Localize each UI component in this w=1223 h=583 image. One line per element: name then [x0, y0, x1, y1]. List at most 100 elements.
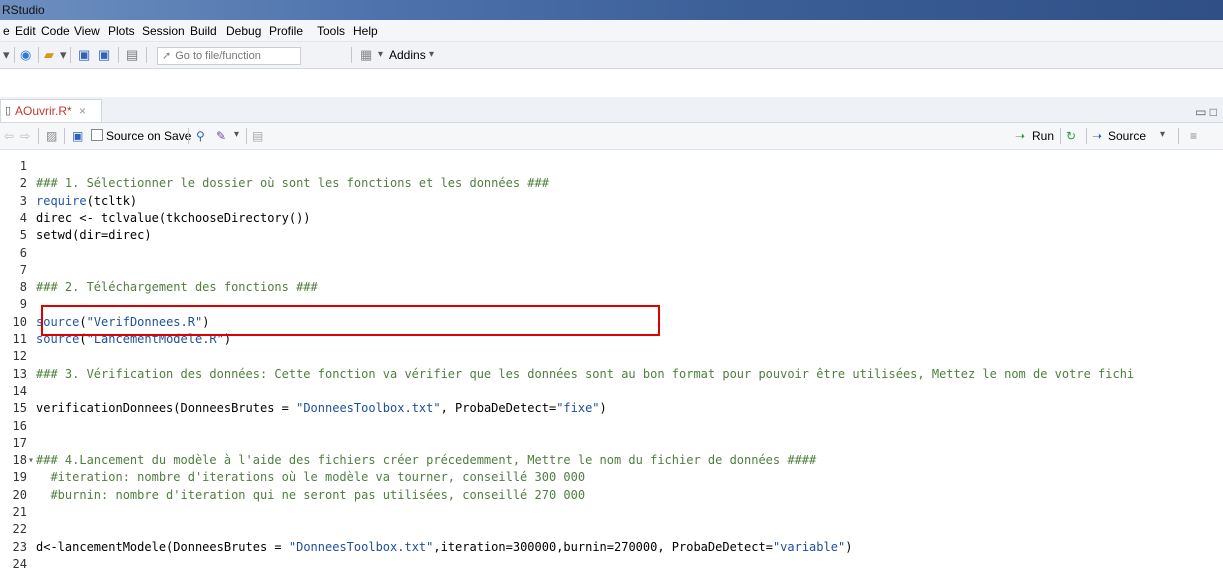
menu-tools[interactable]: Tools	[317, 24, 345, 38]
maximize-pane-icon[interactable]: □	[1210, 105, 1217, 119]
code-line[interactable]: 15 verificationDonnees(DonneesBrutes = "D…	[0, 402, 1223, 415]
menu-plots[interactable]: Plots	[108, 24, 135, 38]
line-number: 8	[19, 280, 27, 295]
toolbar-separator	[188, 128, 189, 144]
code-line[interactable]: 3 require(tcltk)	[0, 194, 1223, 208]
code-text: direc <- tclvalue(tkchooseDirectory())	[36, 210, 311, 225]
toolbar-separator	[118, 47, 119, 63]
back-icon[interactable]: ⇦	[4, 129, 14, 143]
menu-session[interactable]: Session	[142, 24, 185, 38]
fold-toggle-icon[interactable]: ▾	[28, 454, 34, 467]
menu-code[interactable]: Code	[41, 24, 70, 38]
code-text: ### 2. Téléchargement des fonctions ###	[36, 280, 318, 295]
minimize-pane-icon[interactable]: ▭	[1195, 105, 1206, 119]
code-line[interactable]: 23 d<-lancementModele(DonneesBrutes = "Do…	[0, 539, 1223, 554]
code-text: ### 3. Vérification des données: Cette f…	[36, 366, 1135, 381]
open-dropdown-icon[interactable]: ▾	[60, 48, 67, 62]
source-arrow-icon[interactable]: ➝	[1092, 129, 1102, 143]
addins-button[interactable]: Addins	[389, 48, 426, 62]
source-dropdown-icon[interactable]: ▾	[1160, 129, 1165, 140]
save-file-icon[interactable]: ▣	[72, 129, 83, 143]
toolbar-separator	[64, 128, 65, 144]
source-on-save-checkbox[interactable]: Source on Save	[91, 129, 191, 143]
code-line[interactable]: 2 ### 1. Sélectionner le dossier où sont …	[0, 177, 1223, 190]
line-number: 24	[12, 556, 27, 571]
line-number: 13	[12, 366, 27, 381]
code-line[interactable]: 21	[0, 506, 1223, 519]
code-line[interactable]: 18 ▾ ### 4.Lancement du modèle à l'aide de…	[0, 454, 1223, 467]
menu-debug[interactable]: Debug	[226, 24, 261, 38]
code-line[interactable]: 4 direc <- tclvalue(tkchooseDirectory())	[0, 210, 1223, 225]
menu-help[interactable]: Help	[353, 24, 378, 38]
open-file-icon[interactable]: ▰	[44, 48, 54, 62]
toolbar-separator	[351, 47, 352, 63]
checkbox-box[interactable]	[91, 129, 103, 141]
go-to-arrow-icon: ➚	[162, 50, 172, 62]
toolbar-separator	[38, 47, 39, 63]
code-line[interactable]: 6	[0, 246, 1223, 260]
code-line[interactable]: 7	[0, 262, 1223, 277]
code-line[interactable]: 8 ### 2. Téléchargement des fonctions ###	[0, 281, 1223, 294]
toolbar-separator	[38, 128, 39, 144]
code-line[interactable]: 16	[0, 419, 1223, 433]
line-number: 21	[12, 505, 27, 519]
run-button[interactable]: Run	[1032, 129, 1054, 143]
code-line[interactable]: 17	[0, 435, 1223, 450]
code-text: d<-lancementModele(DonneesBrutes = "Donn…	[36, 539, 853, 554]
editor-tab-bar: ▯ AOuvrir.R* ×	[0, 97, 1223, 123]
window-title: RStudio	[2, 3, 45, 17]
code-text: ### 1. Sélectionner le dossier où sont l…	[36, 176, 549, 191]
code-line[interactable]: 5 setwd(dir=direc)	[0, 229, 1223, 242]
line-number: 17	[12, 435, 27, 450]
code-text: ### 4.Lancement du modèle à l'aide des f…	[36, 453, 817, 468]
forward-icon[interactable]: ⇨	[20, 129, 30, 143]
line-number: 2	[19, 176, 27, 191]
code-line[interactable]: 20 #burnin: nombre d'iteration qui ne se…	[0, 488, 1223, 502]
line-number: 22	[12, 522, 27, 537]
code-tools-wand-icon[interactable]: ✎	[216, 129, 226, 143]
code-line[interactable]: 12	[0, 350, 1223, 363]
line-number: 5	[19, 228, 27, 243]
rerun-icon[interactable]: ↻	[1066, 129, 1076, 143]
line-number: 15	[12, 401, 27, 416]
code-line[interactable]: 13 ### 3. Vérification des données: Cette…	[0, 366, 1223, 381]
save-all-icon[interactable]: ▣	[98, 48, 110, 62]
new-file-dropdown-icon[interactable]: ▾	[3, 48, 10, 62]
menu-build[interactable]: Build	[190, 24, 217, 38]
addins-dropdown-icon[interactable]: ▾	[429, 48, 434, 62]
line-number: 7	[19, 262, 27, 277]
search-icon[interactable]: ⚲	[196, 129, 205, 143]
menu-edit[interactable]: Edit	[15, 24, 36, 38]
code-line[interactable]: 19 #iteration: nombre d'iterations où le…	[0, 471, 1223, 484]
tab-aouvrir[interactable]: ▯ AOuvrir.R* ×	[0, 99, 102, 122]
show-in-window-icon[interactable]: ▨	[46, 129, 57, 143]
new-project-icon[interactable]: ◉	[20, 48, 31, 62]
code-tools-dropdown-icon[interactable]: ▾	[234, 129, 239, 140]
go-to-file-input[interactable]: ➚ Go to file/function	[157, 47, 301, 65]
menu-view[interactable]: View	[74, 24, 100, 38]
layout-dropdown-icon[interactable]: ▾	[378, 48, 383, 62]
menu-file[interactable]: e	[3, 24, 10, 38]
menu-profile[interactable]: Profile	[269, 24, 303, 38]
toolbar-separator	[1086, 128, 1087, 144]
line-number: 9	[19, 297, 27, 312]
menu-bar: e Edit Code View Plots Session Build Deb…	[0, 20, 1223, 42]
line-number: 14	[12, 383, 27, 398]
highlight-box	[41, 305, 660, 336]
run-arrow-icon[interactable]: ➝	[1015, 129, 1025, 143]
document-outline-icon[interactable]: ≡	[1190, 129, 1197, 143]
grid-layout-icon[interactable]: ▦	[360, 48, 372, 62]
toolbar-separator	[1178, 128, 1179, 144]
close-tab-icon[interactable]: ×	[79, 104, 86, 118]
compile-report-icon[interactable]: ▤	[252, 129, 263, 143]
save-icon[interactable]: ▣	[78, 48, 90, 62]
code-editor[interactable]: 1 2 ### 1. Sélectionner le dossier où sont…	[0, 150, 1223, 583]
line-number: 23	[12, 539, 27, 554]
print-icon[interactable]: ▤	[126, 48, 138, 62]
code-line[interactable]: 24	[0, 556, 1223, 571]
code-line[interactable]: 14	[0, 383, 1223, 398]
code-line[interactable]: 22	[0, 523, 1223, 536]
code-text: verificationDonnees(DonneesBrutes = "Don…	[36, 401, 607, 416]
source-button[interactable]: Source	[1108, 129, 1146, 143]
code-line[interactable]: 1	[0, 160, 1223, 173]
